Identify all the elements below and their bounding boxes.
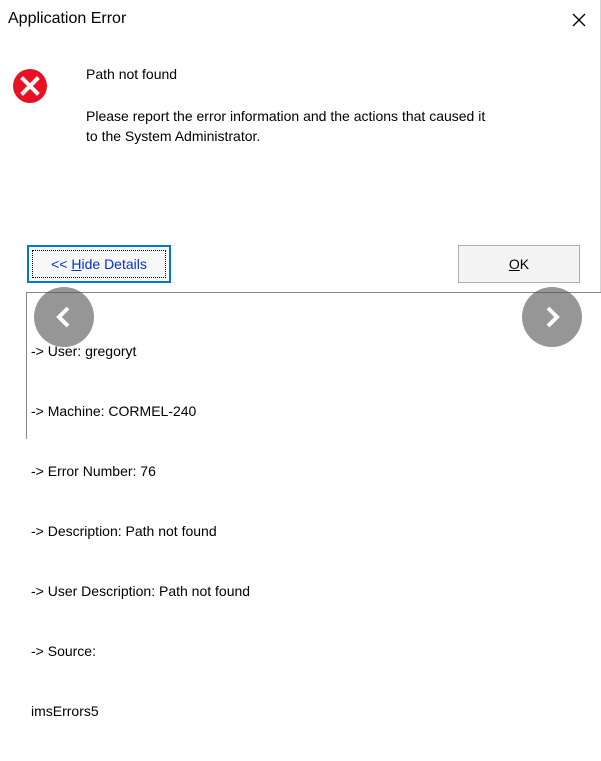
previous-image-button[interactable] — [34, 287, 94, 347]
instructions-line-2: to the System Administrator. — [86, 128, 261, 144]
close-icon — [572, 13, 586, 27]
error-instructions: Please report the error information and … — [86, 106, 566, 146]
next-image-button[interactable] — [522, 287, 582, 347]
detail-line-source-value: imsErrors5 — [31, 703, 99, 719]
chevron-left-icon — [56, 306, 70, 328]
detail-line-description: -> Description: Path not found — [31, 523, 217, 539]
detail-line-user-description: -> User Description: Path not found — [31, 583, 251, 599]
hide-details-button[interactable]: << Hide Details — [27, 245, 171, 283]
error-details-text: -> User: gregoryt -> Machine: CORMEL-240… — [31, 301, 250, 761]
error-details-textbox[interactable]: -> User: gregoryt -> Machine: CORMEL-240… — [26, 292, 601, 719]
detail-line-source: -> Source: — [31, 643, 96, 659]
window-title: Application Error — [8, 10, 127, 27]
ok-label: OK — [508, 256, 530, 272]
chevron-right-icon — [546, 306, 560, 328]
error-icon — [13, 69, 47, 103]
instructions-line-1: Please report the error information and … — [86, 108, 486, 124]
detail-line-machine: -> Machine: CORMEL-240 — [31, 403, 197, 419]
focus-rectangle — [32, 250, 166, 278]
application-error-dialog: Application Error Path not found Please … — [0, 0, 601, 719]
close-button[interactable] — [557, 0, 601, 40]
title-bar: Application Error — [0, 0, 601, 40]
error-message: Path not found — [86, 66, 178, 82]
ok-button[interactable]: OK — [458, 245, 580, 283]
detail-line-error-number: -> Error Number: 76 — [31, 463, 156, 479]
